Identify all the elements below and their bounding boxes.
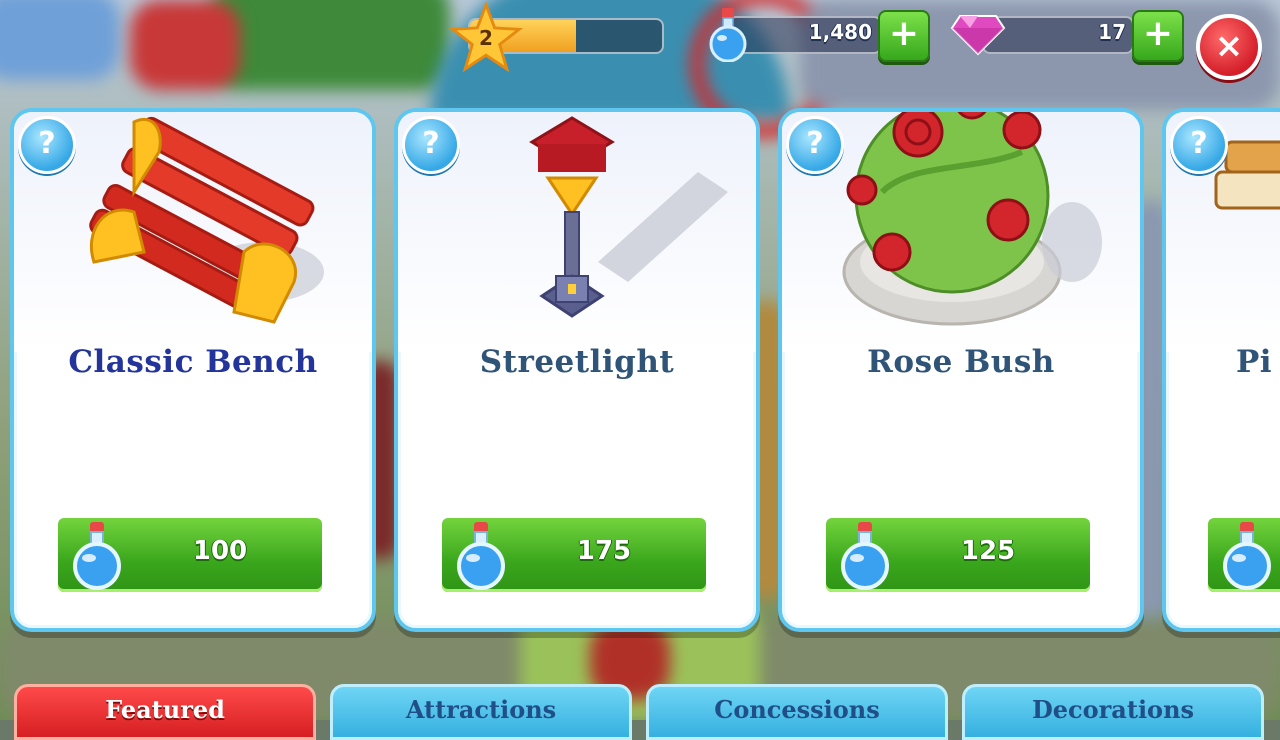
- potion-icon: [709, 8, 747, 62]
- level-number: 2: [479, 26, 493, 50]
- potion-icon: [457, 522, 505, 590]
- potion-icon: [841, 522, 889, 590]
- potion-icon: [73, 522, 121, 590]
- item-title: Rose Bush: [867, 344, 1055, 380]
- tab-concessions[interactable]: Concessions: [646, 684, 948, 740]
- top-hud: 2 1,480 + 17 + ×: [0, 0, 1280, 80]
- help-button[interactable]: ?: [18, 116, 76, 174]
- price-value: 125: [960, 536, 1016, 566]
- item-title: Streetlight: [479, 344, 675, 380]
- tab-decorations[interactable]: Decorations: [962, 684, 1264, 740]
- bench-icon: [89, 116, 324, 324]
- streetlight-icon: [529, 116, 728, 318]
- shop-card-rose-bush[interactable]: ? Rose Bush 125: [778, 108, 1144, 632]
- buy-button[interactable]: 125: [826, 518, 1090, 592]
- close-button[interactable]: ×: [1196, 14, 1262, 80]
- shop-card-streetlight[interactable]: ? Streetlight 175: [394, 108, 760, 632]
- item-title: Classic Bench: [68, 344, 318, 380]
- gem-icon: [950, 15, 1006, 56]
- buy-button[interactable]: [1208, 518, 1280, 592]
- item-title: Pi: [1236, 344, 1273, 380]
- tab-featured[interactable]: Featured: [14, 684, 316, 740]
- add-gems-button[interactable]: +: [1132, 10, 1184, 62]
- buy-button[interactable]: 100: [58, 518, 322, 592]
- gem-amount: 17: [1098, 20, 1126, 44]
- potion-icon: [1223, 522, 1271, 590]
- price-value: 175: [576, 536, 632, 566]
- shop-card-classic-bench[interactable]: ? Classic Bench 100: [10, 108, 376, 632]
- tab-attractions[interactable]: Attractions: [330, 684, 632, 740]
- help-button[interactable]: ?: [402, 116, 460, 174]
- magic-amount: 1,480: [808, 20, 872, 44]
- price-value: 100: [192, 536, 248, 566]
- help-button[interactable]: ?: [1170, 116, 1228, 174]
- rose-bush-icon: [842, 112, 1102, 326]
- buy-button[interactable]: 175: [442, 518, 706, 592]
- shop-card-partial[interactable]: ? Pi: [1162, 108, 1280, 632]
- help-button[interactable]: ?: [786, 116, 844, 174]
- add-magic-button[interactable]: +: [878, 10, 930, 62]
